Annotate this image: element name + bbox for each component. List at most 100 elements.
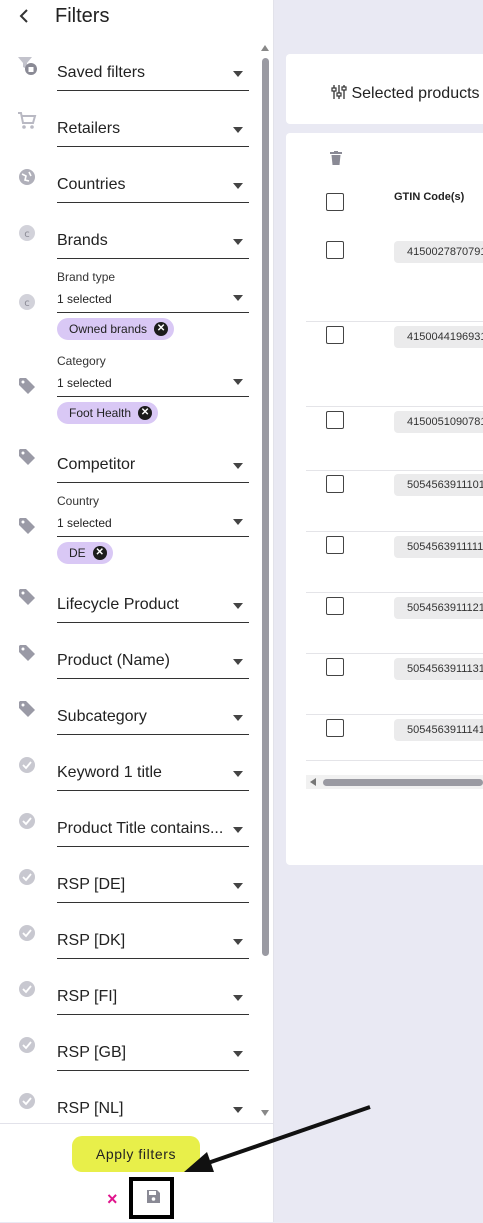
chevron-down-icon xyxy=(233,1107,243,1113)
chevron-down-icon xyxy=(233,995,243,1001)
keyword-1-title-label: Keyword 1 title xyxy=(57,764,162,781)
filter-competitor[interactable]: Competitor xyxy=(0,444,258,484)
product-title-contains-select[interactable]: Product Title contains... xyxy=(57,820,249,847)
brand-type-select[interactable]: 1 selected xyxy=(57,290,249,313)
filter-brands[interactable]: c Brands xyxy=(0,220,258,260)
rsp-gb-select[interactable]: RSP [GB] xyxy=(57,1044,249,1071)
row-divider xyxy=(306,321,483,322)
rsp-gb-label: RSP [GB] xyxy=(57,1044,127,1061)
scroll-down-icon[interactable] xyxy=(261,1110,269,1116)
filter-brand-type[interactable]: c Brand type 1 selected Owned brands ✕ xyxy=(0,266,258,346)
row-checkbox[interactable] xyxy=(326,326,344,344)
filter-rsp-de[interactable]: RSP [DE] xyxy=(0,864,258,904)
scroll-up-icon[interactable] xyxy=(261,45,269,51)
chevron-down-icon xyxy=(233,603,243,609)
globe-icon xyxy=(19,169,35,185)
lifecycle-product-label: Lifecycle Product xyxy=(57,596,179,613)
chevron-down-icon xyxy=(233,239,243,245)
filter-lifecycle-product[interactable]: Lifecycle Product xyxy=(0,584,258,624)
filter-keyword-1-title[interactable]: Keyword 1 title xyxy=(0,752,258,792)
countries-select[interactable]: Countries xyxy=(57,176,249,203)
remove-chip-icon[interactable]: ✕ xyxy=(92,546,107,560)
select-all-checkbox[interactable] xyxy=(326,193,344,211)
saved-filters-label: Saved filters xyxy=(57,64,146,81)
filter-country[interactable]: Country 1 selected DE ✕ xyxy=(0,490,258,570)
filter-product-title-contains[interactable]: Product Title contains... xyxy=(0,808,258,848)
rsp-de-label: RSP [DE] xyxy=(57,876,126,893)
filters-header: Filters xyxy=(0,0,273,36)
filter-rsp-nl[interactable]: RSP [NL] xyxy=(0,1088,258,1122)
sliders-icon xyxy=(331,85,347,99)
competitor-label: Competitor xyxy=(57,456,136,473)
saved-filters-select[interactable]: Saved filters xyxy=(57,64,249,91)
horizontal-scrollbar-thumb[interactable] xyxy=(323,779,483,786)
clear-filters-icon[interactable]: × xyxy=(107,1189,118,1210)
rsp-dk-select[interactable]: RSP [DK] xyxy=(57,932,249,959)
rsp-de-select[interactable]: RSP [DE] xyxy=(57,876,249,903)
saved-filter-icon xyxy=(18,57,37,75)
scrollbar-thumb[interactable] xyxy=(262,58,269,956)
selected-products-toggle[interactable]: Selected products xyxy=(331,84,480,103)
chevron-down-icon xyxy=(233,379,243,385)
filter-saved-filters[interactable]: Saved filters xyxy=(0,52,258,92)
check-circle-icon xyxy=(19,1037,35,1053)
gtin-cell: 4150027870791 xyxy=(394,241,483,263)
row-divider xyxy=(306,714,483,715)
scroll-left-icon[interactable] xyxy=(310,778,316,786)
row-checkbox[interactable] xyxy=(326,597,344,615)
country-value: 1 selected xyxy=(57,516,112,530)
filter-retailers[interactable]: Retailers xyxy=(0,108,258,148)
rsp-nl-select[interactable]: RSP [NL] xyxy=(57,1100,249,1122)
svg-text:c: c xyxy=(24,298,30,309)
chevron-down-icon xyxy=(233,71,243,77)
filter-rsp-dk[interactable]: RSP [DK] xyxy=(0,920,258,960)
check-circle-icon xyxy=(19,757,35,773)
competitor-select[interactable]: Competitor xyxy=(57,456,249,483)
category-select[interactable]: 1 selected xyxy=(57,374,249,397)
chip-label: DE xyxy=(69,546,86,560)
filter-category[interactable]: Category 1 selected Foot Health ✕ xyxy=(0,350,258,430)
row-checkbox[interactable] xyxy=(326,719,344,737)
row-divider xyxy=(306,406,483,407)
product-name-select[interactable]: Product (Name) xyxy=(57,652,249,679)
brand-type-label: Brand type xyxy=(57,270,116,284)
chevron-left-icon[interactable] xyxy=(18,6,30,31)
cart-icon xyxy=(18,112,37,129)
keyword-1-title-select[interactable]: Keyword 1 title xyxy=(57,764,249,791)
tag-icon xyxy=(19,701,35,717)
gtin-cell: 5054563911141 xyxy=(394,719,483,741)
trash-icon[interactable] xyxy=(330,151,342,165)
apply-filters-button[interactable]: Apply filters xyxy=(72,1136,200,1172)
rsp-dk-label: RSP [DK] xyxy=(57,932,126,949)
tag-icon xyxy=(19,645,35,661)
rsp-fi-select[interactable]: RSP [FI] xyxy=(57,988,249,1015)
filter-rsp-gb[interactable]: RSP [GB] xyxy=(0,1032,258,1072)
row-checkbox[interactable] xyxy=(326,241,344,259)
tag-icon xyxy=(19,449,35,465)
country-select[interactable]: 1 selected xyxy=(57,514,249,537)
row-checkbox[interactable] xyxy=(326,475,344,493)
filter-product-name[interactable]: Product (Name) xyxy=(0,640,258,680)
filter-countries[interactable]: Countries xyxy=(0,164,258,204)
tag-icon xyxy=(19,378,35,394)
check-circle-icon xyxy=(19,869,35,885)
rsp-fi-label: RSP [FI] xyxy=(57,988,118,1005)
row-checkbox[interactable] xyxy=(326,411,344,429)
remove-chip-icon[interactable]: ✕ xyxy=(154,322,169,336)
chevron-down-icon xyxy=(233,939,243,945)
tag-icon xyxy=(19,518,35,534)
gtin-cell: 5054563911101 xyxy=(394,474,483,496)
lifecycle-product-select[interactable]: Lifecycle Product xyxy=(57,596,249,623)
row-checkbox[interactable] xyxy=(326,536,344,554)
chip-owned-brands: Owned brands ✕ xyxy=(57,318,175,340)
filter-rsp-fi[interactable]: RSP [FI] xyxy=(0,976,258,1016)
brands-select[interactable]: Brands xyxy=(57,232,249,259)
remove-chip-icon[interactable]: ✕ xyxy=(138,406,153,420)
row-divider xyxy=(306,592,483,593)
filter-subcategory[interactable]: Subcategory xyxy=(0,696,258,736)
row-checkbox[interactable] xyxy=(326,658,344,676)
chevron-down-icon xyxy=(233,827,243,833)
subcategory-select[interactable]: Subcategory xyxy=(57,708,249,735)
retailers-select[interactable]: Retailers xyxy=(57,120,249,147)
column-header-gtin: GTIN Code(s) xyxy=(394,191,465,203)
